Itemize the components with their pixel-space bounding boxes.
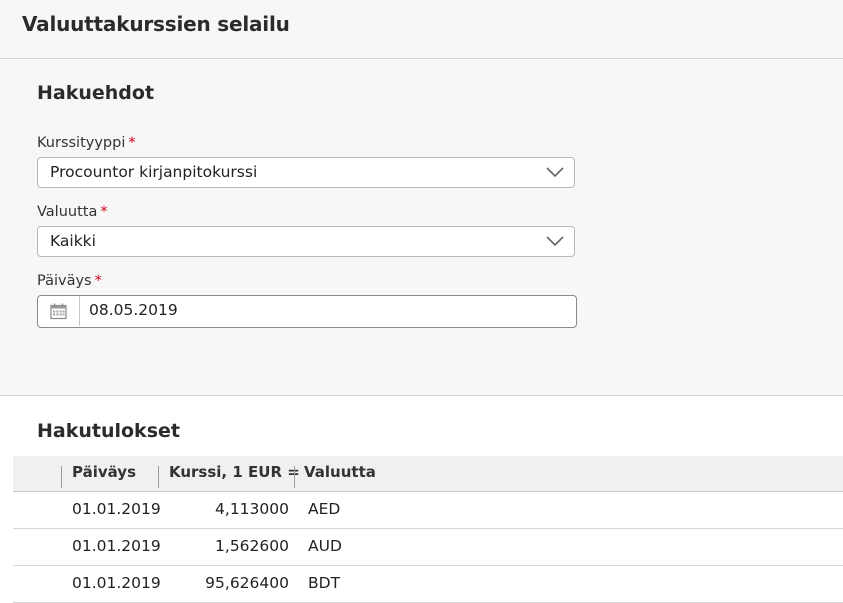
cell-currency: AED [308, 500, 341, 518]
cell-date: 01.01.2019 [72, 574, 161, 592]
chevron-down-icon [546, 236, 564, 247]
currency-label: Valuutta * [37, 204, 108, 220]
currency-value: Kaikki [50, 232, 96, 250]
column-header-rate[interactable]: Kurssi, 1 EUR = [169, 463, 300, 481]
search-section-title: Hakuehdot [37, 82, 155, 104]
cell-currency: BDT [308, 574, 341, 592]
column-header-date[interactable]: Päiväys [72, 463, 136, 481]
rate-type-select[interactable]: Procountor kirjanpitokurssi [37, 157, 575, 188]
required-mark: * [94, 273, 102, 289]
chevron-down-icon [546, 167, 564, 178]
results-section-title: Hakutulokset [37, 420, 180, 442]
rate-type-label: Kurssityyppi * [37, 135, 136, 151]
results-table: Päiväys Kurssi, 1 EUR = Valuutta 01.01.2… [13, 456, 843, 603]
required-mark: * [100, 204, 108, 220]
calendar-icon [50, 303, 67, 320]
cell-rate: 95,626400 [205, 574, 289, 592]
cell-date: 01.01.2019 [72, 500, 161, 518]
page-title: Valuuttakurssien selailu [22, 12, 290, 36]
table-row[interactable]: 01.01.2019 1,562600 AUD [13, 529, 843, 566]
cell-rate: 1,562600 [215, 537, 289, 555]
results-panel: Hakutulokset Päiväys Kurssi, 1 EUR = Val… [0, 396, 843, 603]
table-header: Päiväys Kurssi, 1 EUR = Valuutta [13, 456, 843, 492]
cell-date: 01.01.2019 [72, 537, 161, 555]
date-field[interactable]: 08.05.2019 [37, 295, 577, 328]
required-mark: * [128, 135, 136, 151]
column-resize-handle[interactable] [158, 466, 159, 488]
rate-type-label-text: Kurssityyppi [37, 135, 126, 151]
page-header: Valuuttakurssien selailu [0, 0, 843, 59]
search-panel: Hakuehdot Kurssityyppi * Procountor kirja… [0, 59, 843, 396]
column-header-currency[interactable]: Valuutta [304, 463, 376, 481]
table-row[interactable]: 01.01.2019 4,113000 AED [13, 492, 843, 529]
date-label: Päiväys * [37, 273, 102, 289]
cell-currency: AUD [308, 537, 342, 555]
date-value: 08.05.2019 [89, 301, 178, 319]
rate-type-value: Procountor kirjanpitokurssi [50, 163, 258, 181]
column-resize-handle[interactable] [61, 466, 62, 488]
calendar-button[interactable] [38, 296, 80, 326]
currency-label-text: Valuutta [37, 204, 98, 220]
currency-select[interactable]: Kaikki [37, 226, 575, 257]
column-resize-handle[interactable] [294, 466, 295, 488]
table-row[interactable]: 01.01.2019 95,626400 BDT [13, 566, 843, 603]
date-label-text: Päiväys [37, 273, 92, 289]
cell-rate: 4,113000 [215, 500, 289, 518]
